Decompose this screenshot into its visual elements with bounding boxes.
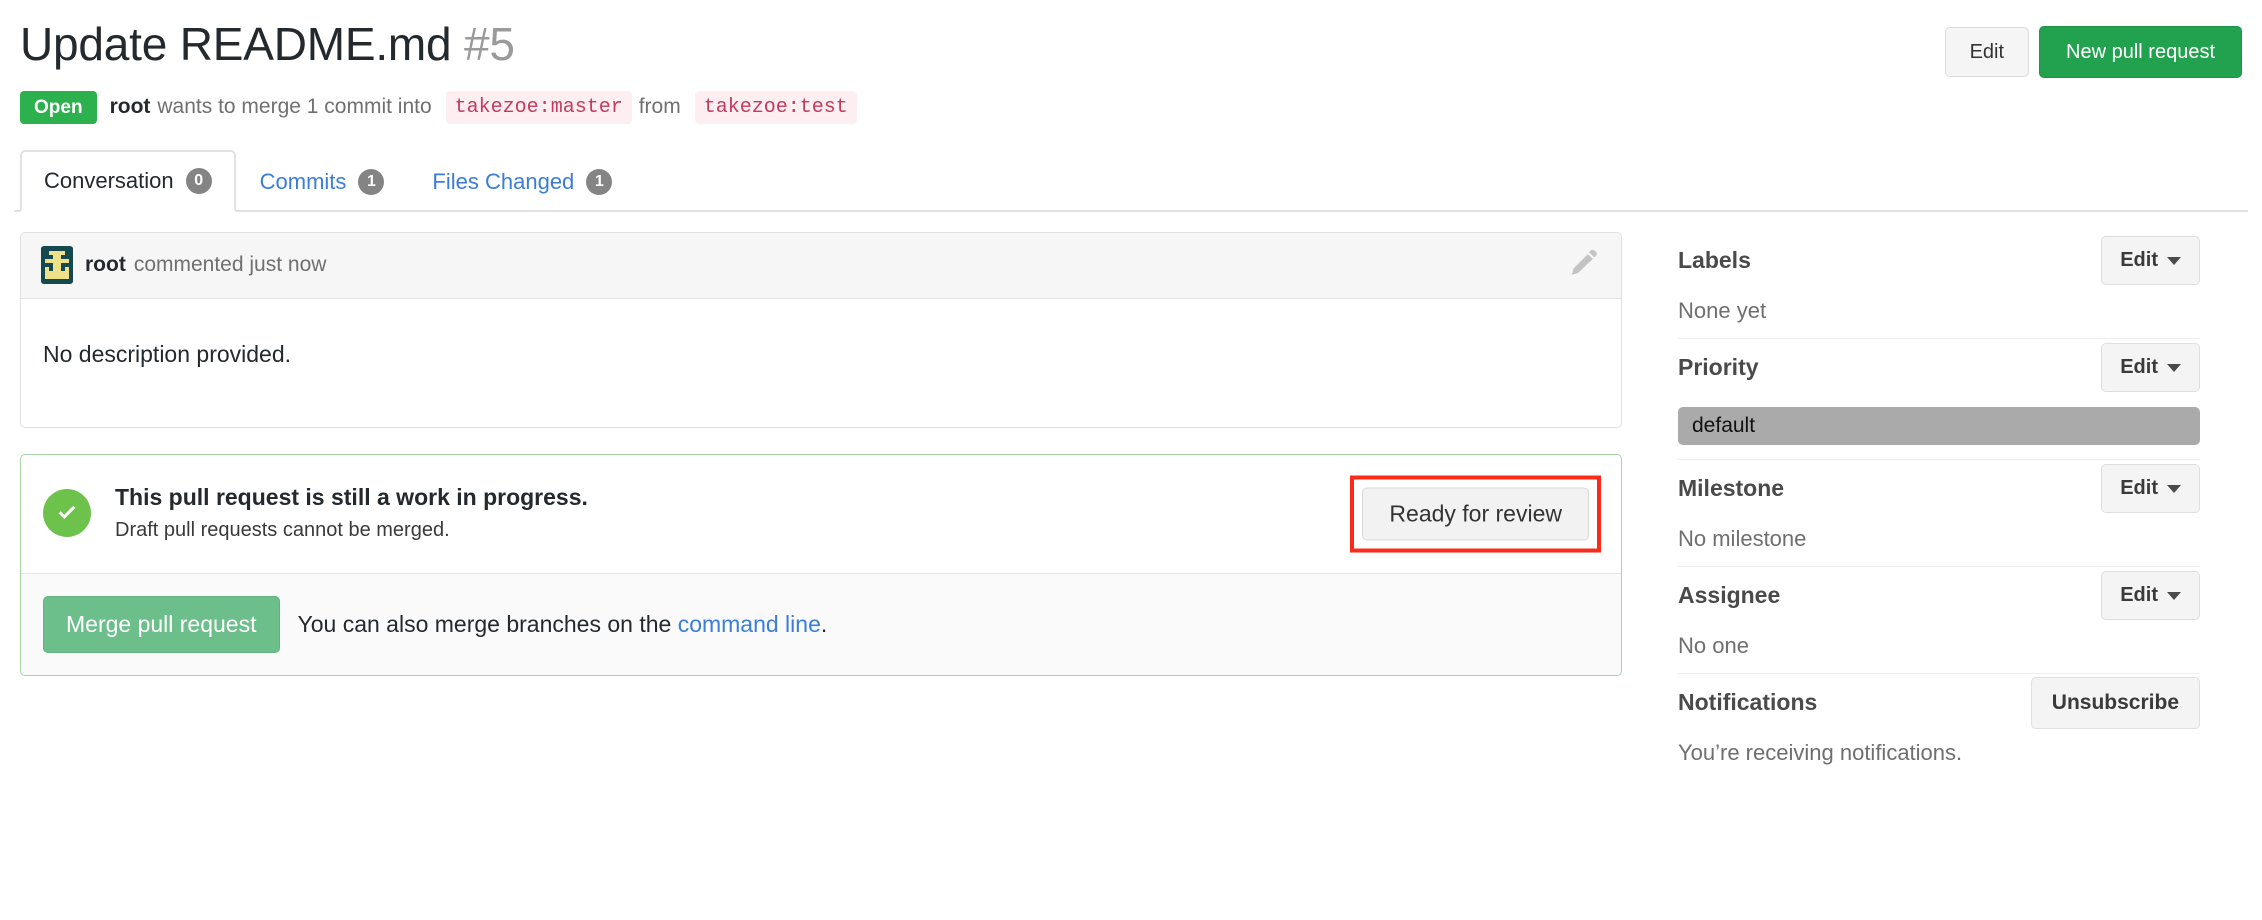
sidebar-section-milestone: Milestone Edit No milestone [1678,460,2200,566]
merge-hint: You can also merge branches on the comma… [298,611,828,638]
tab-conversation-label: Conversation [44,167,174,193]
merge-hint-after: . [820,610,828,637]
milestone-header-row: Milestone Edit [1678,460,2200,518]
priority-edit-label: Edit [2120,356,2158,379]
comment-card: root commented just now No description p… [20,231,1622,428]
pr-sidebar: Labels Edit None yet Priority Edit defau… [1640,232,2200,780]
merge-status-row: This pull request is still a work in pro… [21,455,1621,573]
priority-title: Priority [1678,354,1759,381]
pr-tabs: Conversation 0 Commits 1 Files Changed 1 [14,149,2248,212]
pencil-icon[interactable] [1569,248,1599,283]
sidebar-section-notifications: Notifications Unsubscribe You’re receivi… [1678,674,2200,780]
ready-for-review-button[interactable]: Ready for review [1362,487,1589,541]
chevron-down-icon [2167,591,2181,600]
merge-status-title: This pull request is still a work in pro… [115,484,588,511]
labels-edit-button[interactable]: Edit [2101,236,2200,286]
pr-body: root commented just now No description p… [14,212,2248,780]
pr-meta-from: from [638,95,681,119]
identicon-avatar[interactable] [41,246,73,285]
merge-action-row: Merge pull request You can also merge br… [21,572,1621,675]
conversation-column: root commented just now No description p… [20,231,1640,780]
check-circle-icon [43,488,91,537]
pr-meta-text: wants to merge 1 commit into [157,95,432,119]
merge-hint-before: You can also merge branches on the [297,610,672,637]
base-branch-tag[interactable]: takezoe:master [445,90,632,124]
merge-box: This pull request is still a work in pro… [20,453,1622,676]
sidebar-section-assignee: Assignee Edit No one [1678,567,2200,673]
comment-timestamp: commented just now [133,253,327,277]
assignee-edit-button[interactable]: Edit [2101,571,2200,621]
sidebar-section-labels: Labels Edit None yet [1678,232,2200,338]
tab-commits[interactable]: Commits 1 [236,150,409,212]
command-line-link[interactable]: command line [678,611,821,637]
pr-author[interactable]: root [110,95,151,119]
tab-files-changed[interactable]: Files Changed 1 [408,150,636,212]
header-actions: Edit New pull request [1944,26,2242,78]
tab-files-changed-count: 1 [586,168,613,195]
head-branch-tag[interactable]: takezoe:test [694,90,857,124]
merge-status-text: This pull request is still a work in pro… [115,483,588,542]
chevron-down-icon [2167,363,2181,372]
tab-commits-count: 1 [358,168,385,195]
milestone-value: No milestone [1678,525,1807,551]
page-title: Update README.md #5 [20,18,515,71]
unsubscribe-button[interactable]: Unsubscribe [2030,676,2200,729]
pull-request-page: Update README.md #5 Edit New pull reques… [0,0,2262,920]
tab-conversation[interactable]: Conversation 0 [20,149,236,212]
milestone-edit-label: Edit [2120,477,2158,500]
pr-meta: Open root wants to merge 1 commit into t… [20,90,2242,124]
priority-value-chip: default [1678,406,2200,445]
assignee-header-row: Assignee Edit [1678,567,2200,625]
priority-edit-button[interactable]: Edit [2101,343,2200,393]
pr-number: #5 [464,18,515,70]
assignee-edit-label: Edit [2120,584,2158,607]
notifications-header-row: Notifications Unsubscribe [1678,674,2200,732]
notifications-title: Notifications [1678,689,1818,716]
tab-conversation-count: 0 [185,167,212,194]
labels-edit-label: Edit [2120,249,2158,272]
assignee-value: No one [1678,632,1749,658]
status-badge: Open [20,90,97,124]
tab-commits-label: Commits [259,168,347,194]
pr-title-text: Update README.md [20,18,452,70]
title-row: Update README.md #5 [20,18,2242,71]
pr-header: Update README.md #5 Edit New pull reques… [14,0,2248,124]
comment-header: root commented just now [21,232,1621,299]
labels-header-row: Labels Edit [1678,232,2200,290]
labels-title: Labels [1678,247,1751,274]
chevron-down-icon [2167,484,2181,493]
comment-body: No description provided. [43,340,292,367]
comment-author[interactable]: root [85,253,126,277]
notifications-value: You’re receiving notifications. [1678,739,1963,765]
merge-pull-request-button[interactable]: Merge pull request [43,595,280,653]
assignee-title: Assignee [1678,582,1781,609]
milestone-edit-button[interactable]: Edit [2101,464,2200,514]
ready-for-review-highlight: Ready for review [1350,475,1601,553]
milestone-title: Milestone [1678,475,1785,502]
sidebar-section-priority: Priority Edit default [1678,339,2200,445]
edit-button[interactable]: Edit [1944,27,2030,77]
priority-header-row: Priority Edit [1678,339,2200,397]
tab-files-changed-label: Files Changed [432,168,575,194]
labels-value: None yet [1678,297,1767,323]
chevron-down-icon [2167,256,2181,265]
merge-status-subtitle: Draft pull requests cannot be merged. [115,519,450,542]
new-pull-request-button[interactable]: New pull request [2039,26,2242,78]
